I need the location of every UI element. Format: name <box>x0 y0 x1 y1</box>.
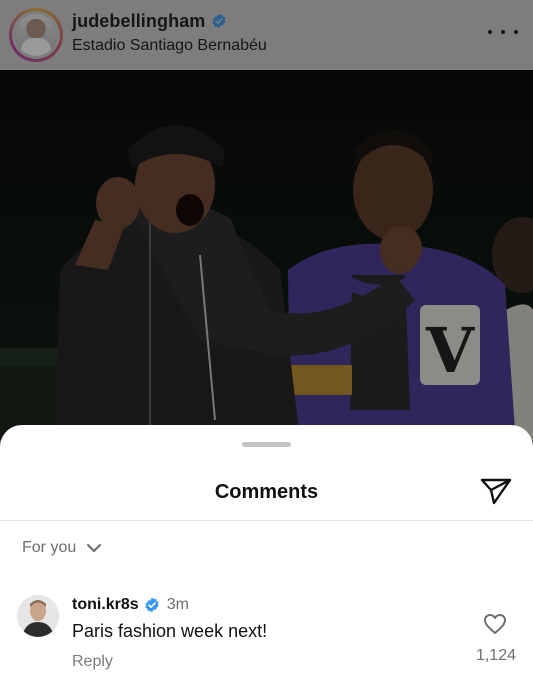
post-location[interactable]: Estadio Santiago Bernabéu <box>72 37 267 55</box>
post-photo[interactable]: V <box>0 70 533 440</box>
verified-badge-icon <box>145 597 159 613</box>
post-author-avatar[interactable] <box>9 8 63 62</box>
send-icon[interactable] <box>480 477 512 505</box>
post-photo-illustration: V <box>0 70 533 440</box>
comment-item: toni.kr8s 3m Paris fashion week next! Re… <box>0 585 533 680</box>
heart-icon[interactable] <box>483 613 507 635</box>
instagram-post-screen: judebellingham Estadio Santiago Bernabéu <box>0 0 533 680</box>
sort-dropdown[interactable]: For you <box>22 539 102 557</box>
reply-button[interactable]: Reply <box>72 653 113 671</box>
commenter-avatar-image <box>17 595 59 637</box>
post-header: judebellingham Estadio Santiago Bernabéu <box>0 0 533 70</box>
comment-timestamp: 3m <box>166 596 189 613</box>
like-count: 1,124 <box>475 647 516 664</box>
comment-text: Paris fashion week next! <box>72 621 268 641</box>
chevron-down-icon <box>87 544 102 552</box>
sort-label: For you <box>22 539 77 556</box>
more-options-icon[interactable] <box>488 20 518 44</box>
commenter-username[interactable]: toni.kr8s <box>72 596 139 614</box>
verified-badge-icon <box>212 13 227 29</box>
commenter-avatar[interactable] <box>17 595 59 637</box>
divider <box>0 520 533 521</box>
commenter-username-row: toni.kr8s 3m <box>72 596 189 614</box>
comments-sheet: Comments For you toni.kr8s 3m Paris fash… <box>0 425 533 680</box>
post-author-username[interactable]: judebellingham <box>72 11 227 32</box>
drag-handle[interactable] <box>242 442 291 447</box>
comments-title: Comments <box>214 481 319 503</box>
profile-photo <box>15 14 57 56</box>
